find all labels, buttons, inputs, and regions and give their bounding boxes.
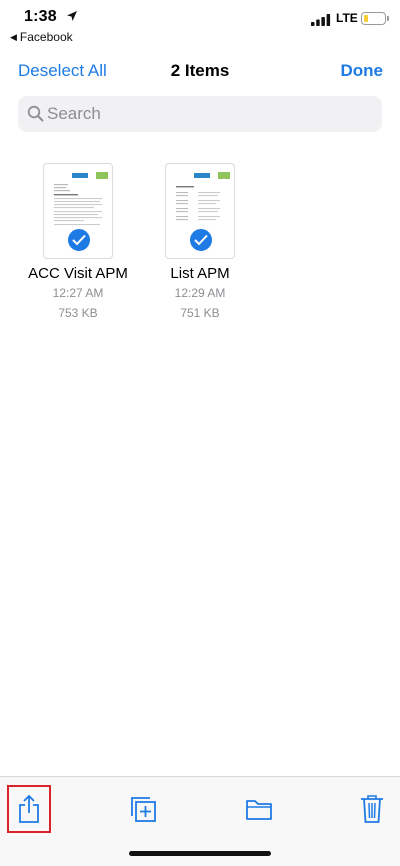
home-indicator[interactable] (129, 851, 271, 856)
back-app-label: Facebook (19, 30, 73, 44)
search-input[interactable] (47, 96, 367, 132)
trash-icon (361, 795, 383, 823)
cellular-signal-icon (311, 14, 331, 26)
move-to-folder-button[interactable] (239, 789, 279, 829)
file-size: 751 KB (180, 306, 220, 320)
file-modified-time: 12:29 AM (174, 286, 226, 300)
document-thumbnail[interactable] (165, 163, 235, 259)
search-bar[interactable] (18, 96, 382, 132)
share-button[interactable] (7, 785, 51, 833)
status-bar: 1:38 ◀ Facebook LTE (0, 0, 400, 48)
file-name: List APM (170, 265, 230, 282)
back-triangle-icon: ◀ (10, 31, 17, 42)
battery-icon (361, 12, 389, 25)
duplicate-icon (131, 797, 156, 822)
document-thumbnail[interactable] (43, 163, 113, 259)
delete-button[interactable] (352, 789, 392, 829)
file-modified-time: 12:27 AM (52, 286, 104, 300)
location-arrow-icon (67, 11, 77, 21)
battery-level (363, 14, 368, 22)
network-type: LTE (336, 11, 358, 25)
navigation-bar: 2 Items Deselect All Done (0, 52, 400, 90)
file-item[interactable]: List APM 12:29 AM 751 KB (140, 163, 260, 320)
status-time: 1:38 (24, 8, 57, 25)
back-to-app-link[interactable]: ◀ Facebook (10, 30, 73, 44)
file-item[interactable]: ACC Visit APM 12:27 AM 753 KB (18, 163, 138, 320)
done-button[interactable]: Done (341, 61, 384, 81)
file-size: 753 KB (58, 306, 98, 320)
deselect-all-button[interactable]: Deselect All (18, 61, 107, 81)
share-icon (19, 794, 39, 823)
folder-icon (246, 800, 272, 820)
search-icon (27, 105, 44, 122)
selected-checkmark-icon (66, 227, 92, 253)
file-name: ACC Visit APM (28, 265, 128, 282)
selected-checkmark-icon (188, 227, 214, 253)
duplicate-button[interactable] (123, 789, 163, 829)
